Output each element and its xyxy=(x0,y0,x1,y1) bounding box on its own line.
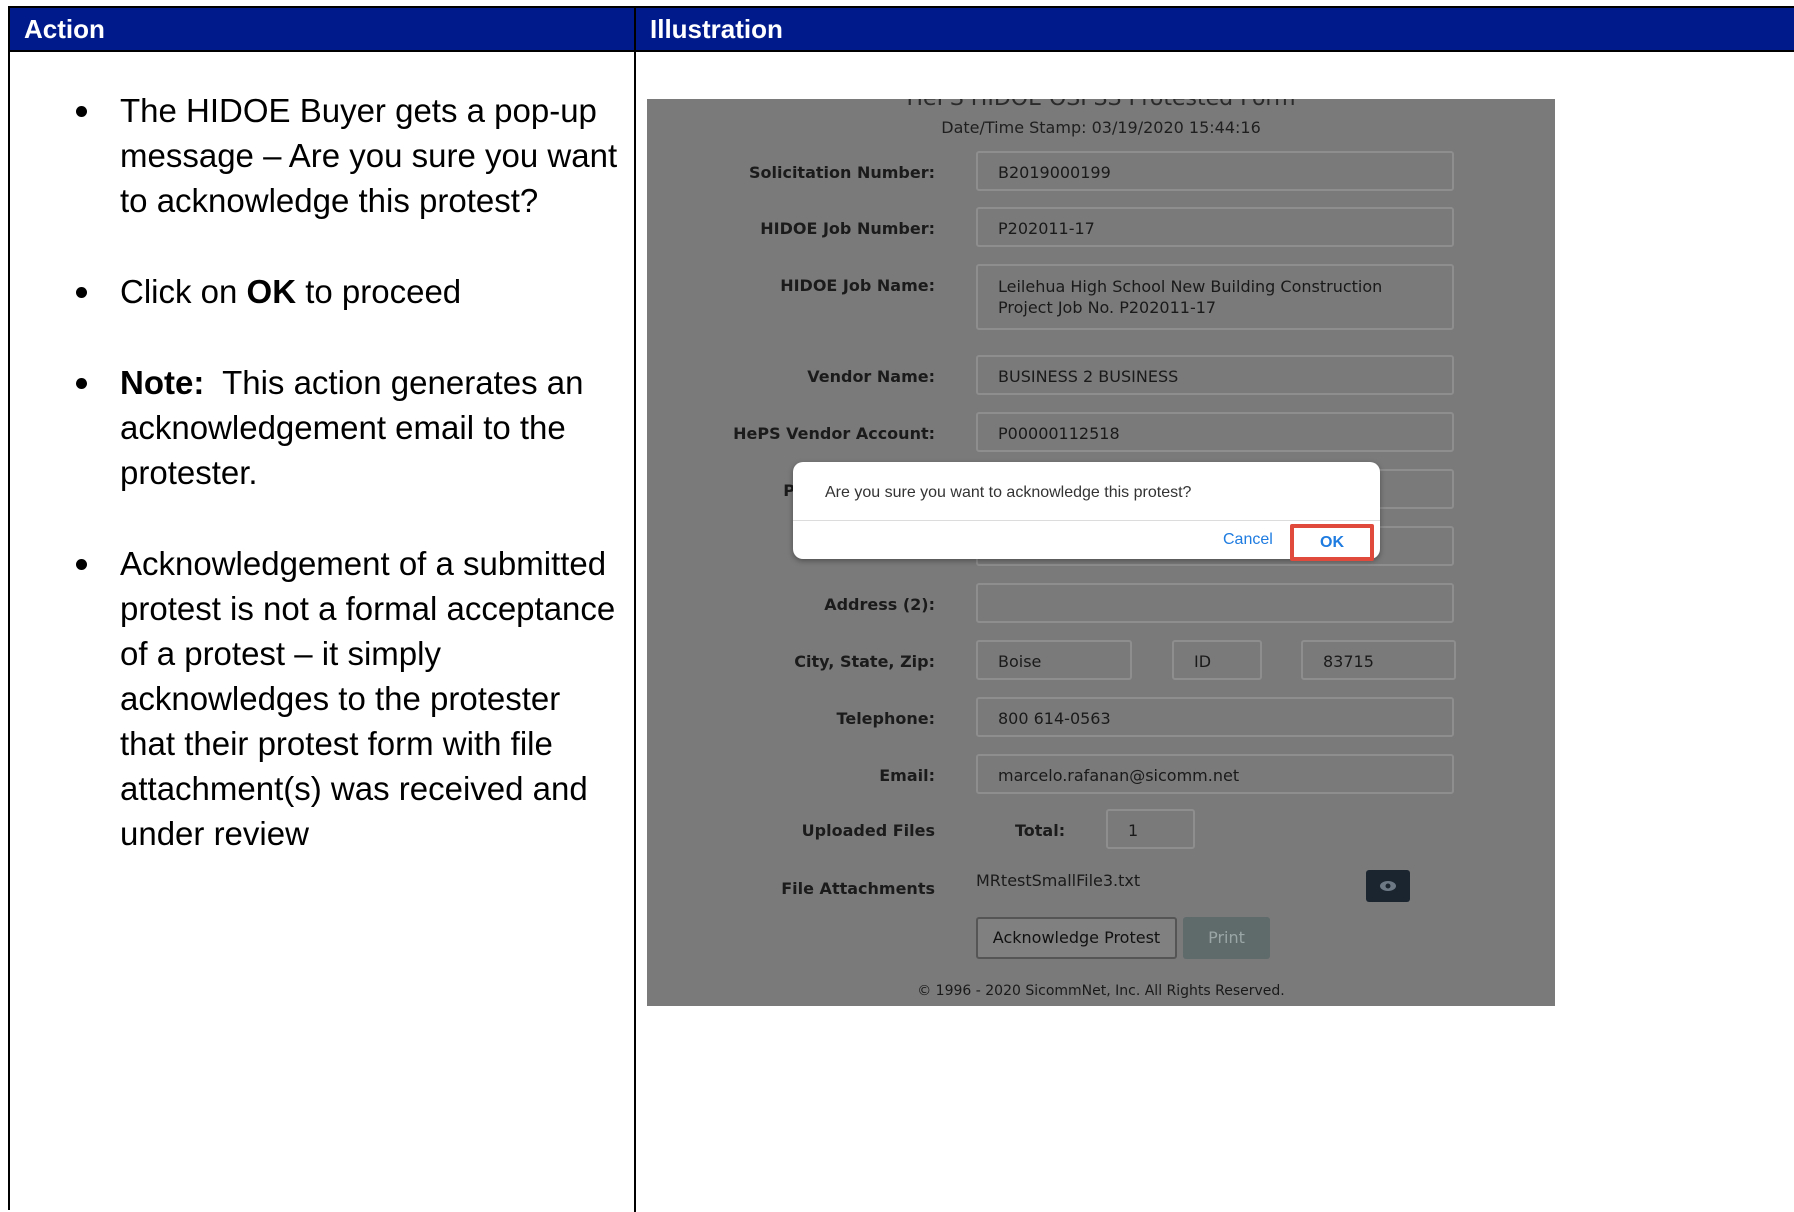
list-item: Note: This action generates an acknowled… xyxy=(76,360,624,495)
dialog-divider xyxy=(793,520,1380,521)
table-header: Action Illustration xyxy=(10,8,1794,52)
state-field[interactable]: ID xyxy=(1172,640,1262,680)
job-name-label: HIDOE Job Name: xyxy=(780,276,935,295)
action-column: The HIDOE Buyer gets a pop-up message – … xyxy=(54,88,624,902)
action-list: The HIDOE Buyer gets a pop-up message – … xyxy=(54,88,624,856)
email-label: Email: xyxy=(879,766,935,785)
bullet-popup-text: The HIDOE Buyer gets a pop-up message – … xyxy=(120,92,618,219)
address2-label: Address (2): xyxy=(824,595,935,614)
vendor-name-field[interactable]: BUSINESS 2 BUSINESS xyxy=(976,355,1454,395)
bullet-note-bold: Note: xyxy=(120,364,205,401)
uploaded-files-label: Uploaded Files xyxy=(801,821,935,840)
copyright-text: © 1996 - 2020 SicommNet, Inc. All Rights… xyxy=(917,983,1285,999)
vendor-account-label: HePS Vendor Account: xyxy=(733,424,935,443)
email-field[interactable]: marcelo.rafanan@sicomm.net xyxy=(976,754,1454,794)
city-field[interactable]: Boise xyxy=(976,640,1132,680)
file-attachment-name[interactable]: MRtestSmallFile3.txt xyxy=(976,871,1140,890)
total-label: Total: xyxy=(1015,821,1066,840)
dialog-message: Are you sure you want to acknowledge thi… xyxy=(825,484,1192,501)
form-title: HePS HIDOE OSPSS Protested Form xyxy=(647,99,1555,111)
ok-button[interactable]: OK xyxy=(1290,524,1374,561)
address2-field[interactable] xyxy=(976,583,1454,623)
illustration-screenshot: HePS HIDOE OSPSS Protested Form Date/Tim… xyxy=(647,99,1555,1006)
solicitation-label: Solicitation Number: xyxy=(748,163,935,182)
header-illustration: Illustration xyxy=(650,14,783,44)
bullet-click-text: Click on xyxy=(120,273,247,310)
bullet-ok-bold: OK xyxy=(246,273,297,310)
total-field: 1 xyxy=(1106,809,1195,849)
city-state-zip-label: City, State, Zip: xyxy=(794,652,935,671)
cancel-button[interactable]: Cancel xyxy=(1223,531,1273,549)
telephone-field[interactable]: 800 614-0563 xyxy=(976,697,1454,737)
zip-field[interactable]: 83715 xyxy=(1301,640,1456,680)
date-time-stamp: Date/Time Stamp: 03/19/2020 15:44:16 xyxy=(941,118,1261,137)
list-item: The HIDOE Buyer gets a pop-up message – … xyxy=(76,88,624,223)
job-number-label: HIDOE Job Number: xyxy=(760,219,935,238)
job-name-field[interactable]: Leilehua High School New Building Constr… xyxy=(976,264,1454,330)
header-action: Action xyxy=(24,14,105,44)
print-button[interactable]: Print xyxy=(1183,917,1270,959)
eye-icon xyxy=(1380,881,1396,891)
telephone-label: Telephone: xyxy=(836,709,935,728)
list-item: Click on OK to proceed xyxy=(76,269,624,314)
acknowledge-protest-button[interactable]: Acknowledge Protest xyxy=(976,917,1177,959)
job-number-field[interactable]: P202011-17 xyxy=(976,207,1454,247)
list-item: Acknowledgement of a submitted protest i… xyxy=(76,541,624,856)
view-file-button[interactable] xyxy=(1366,870,1410,902)
vendor-account-field[interactable]: P00000112518 xyxy=(976,412,1454,452)
confirm-dialog: Are you sure you want to acknowledge thi… xyxy=(793,462,1380,561)
bullet-proceed-text: to proceed xyxy=(296,273,462,310)
solicitation-field[interactable]: B2019000199 xyxy=(976,151,1454,191)
file-attachments-label: File Attachments xyxy=(781,879,935,898)
bullet-acknowledgement-text: Acknowledgement of a submitted protest i… xyxy=(120,545,616,852)
vendor-name-label: Vendor Name: xyxy=(807,367,935,386)
column-divider xyxy=(634,8,636,1212)
